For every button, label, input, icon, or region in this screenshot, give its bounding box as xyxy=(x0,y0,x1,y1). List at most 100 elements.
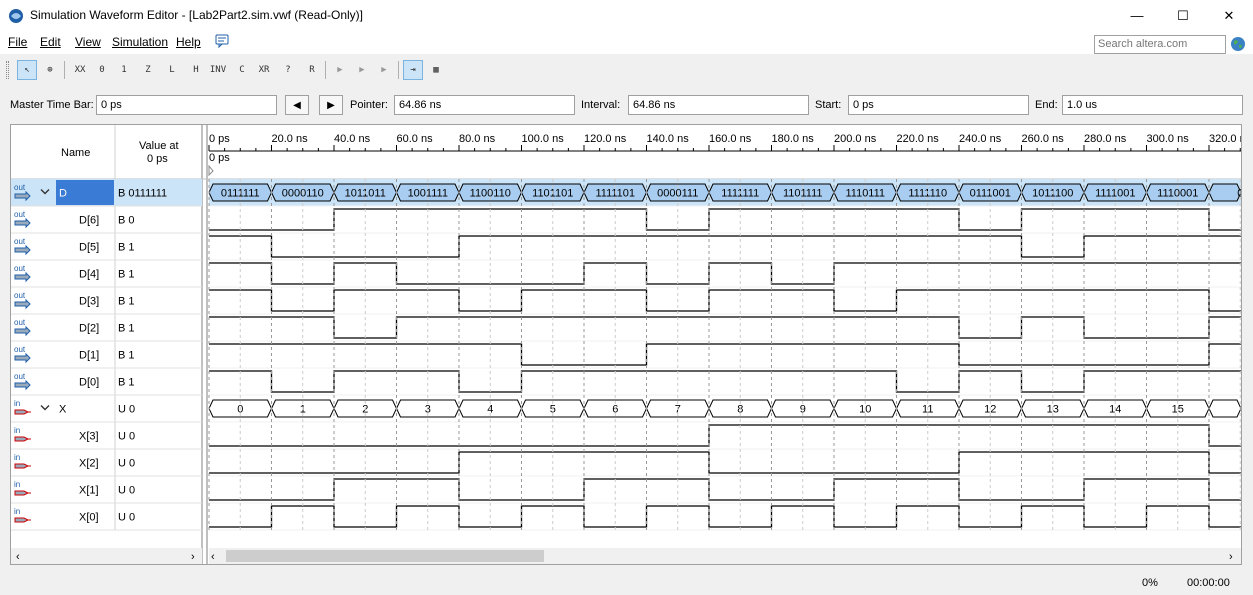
svg-text:out: out xyxy=(14,372,26,381)
search-input[interactable]: Search altera.com xyxy=(1094,35,1226,54)
signal-name: X[3] xyxy=(79,431,99,443)
select-tool-icon[interactable]: ↖ xyxy=(17,60,37,80)
status-bar: 0% 00:00:00 xyxy=(0,571,1253,595)
time-ruler-label: 20.0 ns xyxy=(272,133,309,145)
time-ruler-label: 60.0 ns xyxy=(397,133,434,145)
close-button[interactable]: ✕ xyxy=(1206,0,1252,31)
pointer-field[interactable]: 64.86 ns xyxy=(394,95,575,115)
scroll-right-icon: › xyxy=(1229,551,1233,563)
time-ruler-label: 220.0 ns xyxy=(897,133,940,145)
signal-name: D[4] xyxy=(79,269,99,281)
input-pin-icon: in xyxy=(14,426,31,442)
scroll-left-icon: ‹ xyxy=(211,551,215,563)
time-ruler-label: 200.0 ns xyxy=(834,133,877,145)
master-time-bar-field[interactable]: 0 ps xyxy=(96,95,277,115)
waveform-trace xyxy=(209,424,1241,447)
maximize-button[interactable]: ☐ xyxy=(1160,0,1206,31)
arrow-left-icon: ◀ xyxy=(293,99,301,111)
svg-text:in: in xyxy=(14,453,20,462)
previous-transition-button[interactable]: ◀ xyxy=(285,95,309,115)
menu-help[interactable]: Help xyxy=(176,35,201,49)
timing-simulation-icon[interactable]: ▶ xyxy=(352,60,372,80)
svg-text:in: in xyxy=(14,480,20,489)
time-ruler-label: 280.0 ns xyxy=(1084,133,1127,145)
scrollbar-thumb[interactable] xyxy=(226,550,544,562)
feedback-icon[interactable] xyxy=(215,34,230,48)
menu-view[interactable]: View xyxy=(75,35,101,49)
waveform-trace xyxy=(209,478,1241,501)
waveform-trace xyxy=(209,235,1241,258)
functional-simulation-icon[interactable]: ▶ xyxy=(330,60,350,80)
value-column-header: Value at xyxy=(139,140,179,152)
waveform-trace xyxy=(209,289,1241,312)
time-ruler-label: 300.0 ns xyxy=(1147,133,1190,145)
end-label: End: xyxy=(1035,99,1058,111)
signal-name: D[1] xyxy=(79,350,99,362)
waveform-trace xyxy=(209,316,1241,339)
zoom-tool-icon[interactable]: ⊕ xyxy=(40,60,60,80)
time-ruler-label: 0 ps xyxy=(209,133,230,145)
output-pin-icon: out xyxy=(14,237,31,256)
bus-segment xyxy=(1208,183,1242,202)
time-ruler-label: 40.0 ns xyxy=(334,133,371,145)
toolbar-grip xyxy=(6,61,9,79)
weak-low-icon[interactable]: L xyxy=(162,60,182,80)
clock-icon[interactable]: XR xyxy=(254,60,274,80)
signal-name: X[2] xyxy=(79,458,99,470)
signal-value: B 1 xyxy=(118,350,135,362)
waveform-trace xyxy=(209,451,1241,474)
start-field[interactable]: 0 ps xyxy=(848,95,1029,115)
toolbar-separator xyxy=(325,61,326,79)
arbitrary-value-icon[interactable]: R xyxy=(302,60,322,80)
svg-text:out: out xyxy=(14,345,26,354)
arrow-right-icon: ▶ xyxy=(327,99,335,111)
weak-high-icon[interactable]: H xyxy=(186,60,206,80)
name-column-header: Name xyxy=(61,147,90,159)
start-label: Start: xyxy=(815,99,842,111)
signal-value: B 1 xyxy=(118,296,135,308)
signal-value: B 1 xyxy=(118,323,135,335)
svg-text:in: in xyxy=(14,426,20,435)
next-transition-button[interactable]: ▶ xyxy=(319,95,343,115)
signal-name: D[2] xyxy=(79,323,99,335)
window-title: Simulation Waveform Editor - [Lab2Part2.… xyxy=(30,8,363,22)
master-time-bar-label: Master Time Bar: xyxy=(10,99,94,111)
count-value-icon[interactable]: C xyxy=(232,60,252,80)
globe-icon[interactable] xyxy=(1230,36,1246,52)
end-field[interactable]: 1.0 us xyxy=(1062,95,1243,115)
netlist-simulation-icon[interactable]: ▶ xyxy=(374,60,394,80)
grid-icon[interactable]: ▦ xyxy=(426,60,446,80)
svg-text:out: out xyxy=(14,264,26,273)
time-ruler-label: 160.0 ns xyxy=(709,133,752,145)
forcing-low-icon[interactable]: 0 xyxy=(92,60,112,80)
signal-value: B 1 xyxy=(118,377,135,389)
signal-value: U 0 xyxy=(118,431,135,443)
forcing-high-icon[interactable]: 1 xyxy=(114,60,134,80)
scroll-left-icon: ‹ xyxy=(16,551,20,563)
menu-edit[interactable]: Edit xyxy=(40,35,61,49)
svg-text:out: out xyxy=(14,237,26,246)
chevron-down-icon[interactable] xyxy=(40,405,50,411)
bus-segment xyxy=(1208,399,1242,418)
invert-icon[interactable]: INV xyxy=(208,60,228,80)
time-ruler-label: 180.0 ns xyxy=(772,133,815,145)
random-value-icon[interactable]: ? xyxy=(278,60,298,80)
time-ruler-label: 80.0 ns xyxy=(459,133,496,145)
interval-field[interactable]: 64.86 ns xyxy=(628,95,809,115)
time-ruler-label: 100.0 ns xyxy=(522,133,565,145)
minimize-button[interactable]: — xyxy=(1114,0,1160,31)
signal-name: X[1] xyxy=(79,485,99,497)
menu-file[interactable]: File xyxy=(8,35,27,49)
waveform-trace xyxy=(209,343,1241,366)
signal-value: U 0 xyxy=(118,458,135,470)
names-horizontal-scrollbar[interactable] xyxy=(11,548,202,564)
pointer-label: Pointer: xyxy=(350,99,388,111)
forcing-unknown-icon[interactable]: XX xyxy=(70,60,90,80)
signal-name: D[5] xyxy=(79,242,99,254)
waveform-canvas[interactable]: NameValue at0 ps0 ps 20.0 ns 40.0 ns 60.0 n… xyxy=(11,125,1246,564)
snap-to-grid-icon[interactable]: ⇥ xyxy=(403,60,423,80)
high-impedance-icon[interactable]: Z xyxy=(138,60,158,80)
menu-simulation[interactable]: Simulation xyxy=(112,35,168,49)
svg-text:in: in xyxy=(14,507,20,516)
signal-value: U 0 xyxy=(118,512,135,524)
